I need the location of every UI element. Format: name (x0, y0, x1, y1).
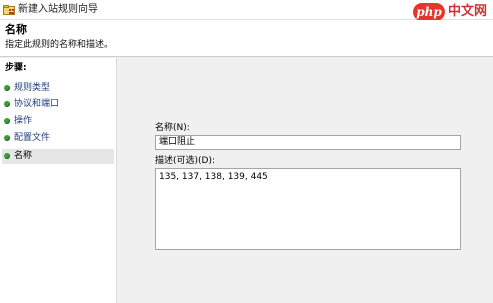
step-action[interactable]: 操作 (2, 114, 114, 129)
page-description: 指定此规则的名称和描述。 (5, 40, 114, 50)
description-label: 描述(可选)(D): (155, 156, 216, 166)
step-label: 规则类型 (14, 83, 51, 93)
step-name[interactable]: 名称 (2, 149, 114, 164)
step-profile[interactable]: 配置文件 (2, 131, 114, 146)
name-input[interactable]: 端口阻止 (155, 135, 461, 150)
step-label: 协议和端口 (14, 99, 60, 109)
step-protocol-and-ports[interactable]: 协议和端口 (2, 97, 114, 112)
watermark-site-text: 中文网 (448, 4, 488, 19)
bullet-icon (4, 85, 10, 91)
step-label: 名称 (14, 151, 33, 161)
bullet-icon (4, 153, 10, 159)
steps-heading: 步骤: (5, 63, 27, 73)
name-label: 名称(N): (155, 123, 190, 133)
page-title: 名称 (5, 23, 27, 36)
watermark-php-text: php (413, 3, 445, 21)
bullet-icon (4, 135, 10, 141)
step-rule-type[interactable]: 规则类型 (2, 81, 114, 96)
bullet-icon (4, 118, 10, 124)
window-title: 新建入站规则向导 (18, 4, 98, 15)
bullet-icon (4, 101, 10, 107)
firewall-wizard-icon (3, 5, 15, 15)
description-textarea[interactable]: 135, 137, 138, 139, 445 (155, 168, 461, 250)
steps-sidebar: 步骤: 规则类型 协议和端口 操作 配置文件 名称 (0, 58, 117, 303)
page-header: 名称 指定此规则的名称和描述。 (0, 20, 493, 57)
step-label: 操作 (14, 116, 33, 126)
step-label: 配置文件 (14, 133, 51, 143)
